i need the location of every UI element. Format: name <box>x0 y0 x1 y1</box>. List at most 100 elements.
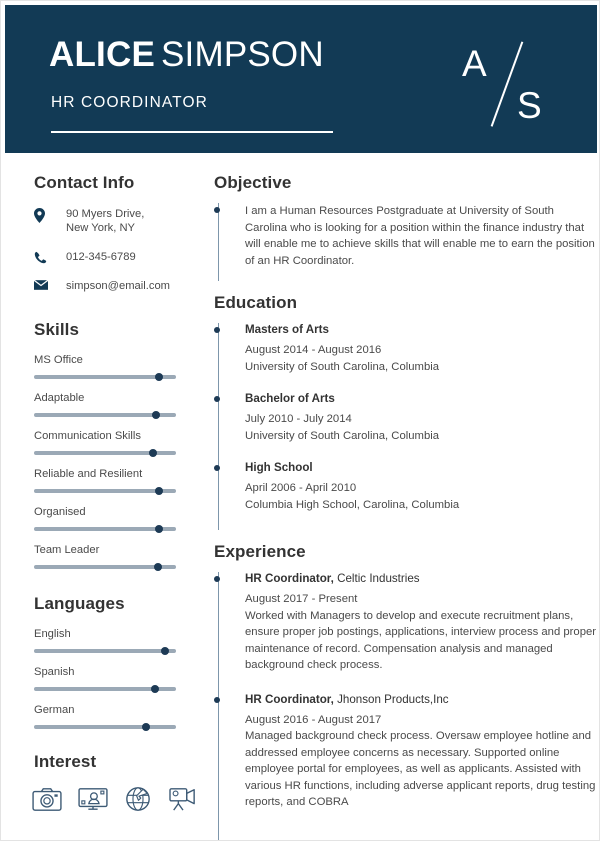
skill-slider[interactable] <box>34 373 176 381</box>
contact-address-text: 90 Myers Drive, New York, NY <box>66 208 145 234</box>
education-degree: Masters of Arts <box>245 323 329 336</box>
language-slider[interactable] <box>34 685 176 693</box>
skills-title: Skills <box>34 320 80 339</box>
skill-label: Organised <box>34 506 86 518</box>
language-slider-handle[interactable] <box>142 723 151 731</box>
skill-slider[interactable] <box>34 563 176 571</box>
experience-role: HR Coordinator, Jhonson Products,Inc <box>245 693 597 706</box>
skill-slider-handle[interactable] <box>154 373 163 381</box>
language-slider[interactable] <box>34 647 176 655</box>
skill-label: Communication Skills <box>34 430 141 442</box>
objective-title: Objective <box>214 173 292 192</box>
last-name: SIMPSON <box>161 35 324 74</box>
contact-item-email: simpson@email.com <box>34 279 201 293</box>
education-details: April 2006 - April 2010 Columbia High Sc… <box>245 482 460 511</box>
entry-spacer <box>245 811 597 828</box>
contact-item-address: 90 Myers Drive, New York, NY <box>34 207 201 235</box>
skill-slider-handle[interactable] <box>154 525 163 533</box>
experience-entry: HR Coordinator, Celtic Industries August … <box>214 572 597 693</box>
education-details: July 2010 - July 2014 University of Sout… <box>245 413 440 442</box>
first-name: ALICE <box>49 35 155 74</box>
objective-section: Objective I am a Human Resources Postgra… <box>205 153 597 281</box>
entry-spacer <box>245 375 597 390</box>
languages-title: Languages <box>34 594 125 613</box>
languages-list: English Spanish German <box>34 628 201 731</box>
experience-role-title: HR Coordinator, <box>245 692 334 706</box>
education-details: August 2014 - August 2016 University of … <box>245 344 440 373</box>
language-slider-handle[interactable] <box>150 685 159 693</box>
experience-timeline: HR Coordinator, Celtic Industries August … <box>214 572 597 840</box>
header-divider <box>51 131 333 133</box>
contact-item-phone: 012-345-6789 <box>34 250 201 264</box>
language-label: German <box>34 704 75 716</box>
education-entry: Masters of Arts August 2014 - August 2016… <box>214 323 597 392</box>
education-title: Education <box>214 293 298 312</box>
monogram-letter-a: A <box>462 43 487 84</box>
skill-item: Organised <box>34 506 201 533</box>
contact-phone-text: 012-345-6789 <box>66 251 136 263</box>
skills-section: Skills MS Office Adaptable Communication S… <box>5 308 201 571</box>
education-degree: High School <box>245 461 313 474</box>
objective-entry: I am a Human Resources Postgraduate at U… <box>214 203 597 271</box>
skills-list: MS Office Adaptable Communication Skills Re… <box>34 354 201 571</box>
skill-label: MS Office <box>34 354 83 366</box>
skill-slider-handle[interactable] <box>153 563 162 571</box>
language-label: English <box>34 628 71 640</box>
skill-item: Team Leader <box>34 544 201 571</box>
video-conference-monitor-icon <box>78 786 108 812</box>
language-label: Spanish <box>34 666 75 678</box>
resume-header: ALICE SIMPSON HR COORDINATOR A S <box>5 5 597 153</box>
globe-travel-icon <box>124 786 152 812</box>
skill-item: Communication Skills <box>34 430 201 457</box>
skill-slider[interactable] <box>34 525 176 533</box>
experience-company: Jhonson Products,Inc <box>333 692 449 706</box>
objective-timeline: I am a Human Resources Postgraduate at U… <box>214 203 597 281</box>
entry-spacer <box>245 513 597 528</box>
language-item: English <box>34 628 201 655</box>
contact-info-section: Contact Info 90 Myers Drive, New York, N… <box>5 153 201 293</box>
language-item: German <box>34 704 201 731</box>
experience-role: HR Coordinator, Celtic Industries <box>245 572 597 585</box>
experience-entry: HR Coordinator, Jhonson Products,Inc Augu… <box>214 693 597 830</box>
photography-camera-icon <box>32 786 62 812</box>
video-camera-tripod-icon <box>168 786 198 812</box>
resume-page: ALICE SIMPSON HR COORDINATOR A S Contact … <box>0 0 600 841</box>
languages-section: Languages English Spanish German <box>5 582 201 731</box>
monogram-letter-s: S <box>517 85 542 126</box>
contact-info-title: Contact Info <box>34 173 135 192</box>
education-entry: High School April 2006 - April 2010 Colum… <box>214 461 597 530</box>
language-slider-handle[interactable] <box>160 647 169 655</box>
language-item: Spanish <box>34 666 201 693</box>
skill-slider-handle[interactable] <box>154 487 163 495</box>
location-pin-icon <box>34 207 56 223</box>
phone-icon <box>34 250 56 264</box>
experience-title: Experience <box>214 542 306 561</box>
experience-company: Celtic Industries <box>333 572 420 585</box>
skill-label: Team Leader <box>34 544 100 556</box>
education-entry: Bachelor of Arts July 2010 - July 2014 Un… <box>214 392 597 461</box>
skill-slider[interactable] <box>34 487 176 495</box>
skill-label: Reliable and Resilient <box>34 468 143 480</box>
skill-item: Reliable and Resilient <box>34 468 201 495</box>
skill-slider[interactable] <box>34 411 176 419</box>
interest-icon-list <box>32 786 201 812</box>
skill-slider-handle[interactable] <box>152 411 161 419</box>
education-degree: Bachelor of Arts <box>245 392 335 405</box>
full-name: ALICE SIMPSON <box>49 35 324 75</box>
education-section: Education Masters of Arts August 2014 - A… <box>205 281 597 530</box>
contact-list: 90 Myers Drive, New York, NY 012-345-678… <box>34 207 201 293</box>
skill-label: Adaptable <box>34 392 85 404</box>
experience-role-title: HR Coordinator, <box>245 572 334 585</box>
skill-item: Adaptable <box>34 392 201 419</box>
main-content: Objective I am a Human Resources Postgra… <box>205 153 597 840</box>
language-slider[interactable] <box>34 723 176 731</box>
experience-section: Experience HR Coordinator, Celtic Indust… <box>205 530 597 840</box>
envelope-icon <box>34 279 56 290</box>
skill-slider[interactable] <box>34 449 176 457</box>
skill-item: MS Office <box>34 354 201 381</box>
objective-text: I am a Human Resources Postgraduate at U… <box>245 205 595 267</box>
skill-slider-handle[interactable] <box>149 449 158 457</box>
interest-title: Interest <box>34 752 97 771</box>
experience-details: August 2017 - Present Worked with Manage… <box>245 593 597 671</box>
monogram-logo: A S <box>460 31 560 131</box>
